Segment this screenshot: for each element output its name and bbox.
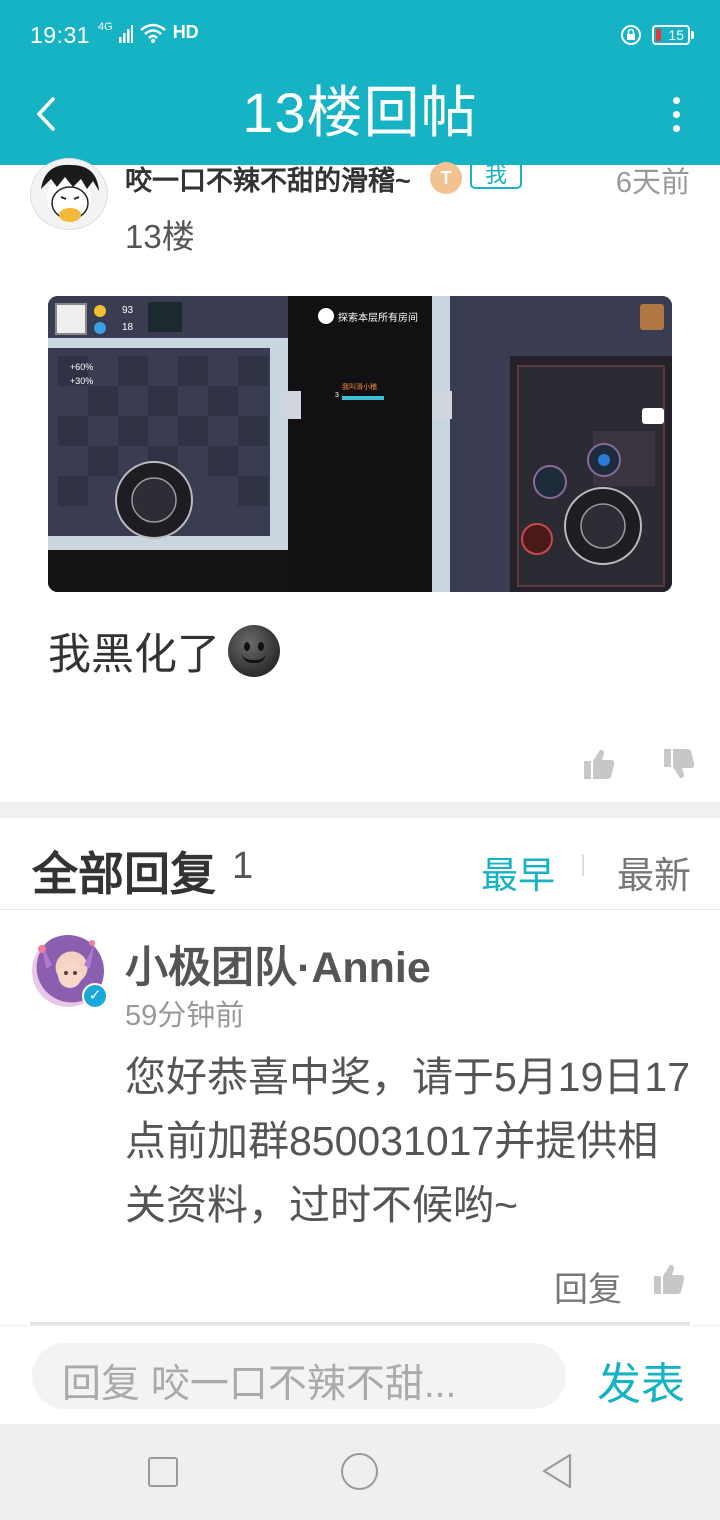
like-button[interactable]	[582, 747, 616, 786]
status-right: 15	[620, 24, 694, 46]
game-buff-1: +60%	[70, 362, 94, 372]
status-bar: 19:31 4G HD 15	[0, 0, 720, 72]
reply-button[interactable]: 回复	[554, 1262, 622, 1311]
reply-composer: 回复 咬一口不辣不甜... 发表	[0, 1325, 720, 1424]
thumbs-up-icon	[584, 749, 615, 779]
replies-header: 全部回复 1 最早 最新	[0, 818, 720, 910]
network-indicator: 4G HD	[98, 22, 199, 43]
post-text: 我黑化了	[48, 631, 220, 679]
thumbs-up-icon	[654, 1264, 685, 1294]
more-dot-icon	[672, 110, 680, 118]
list-item: ✓ 小极团队·Annie 59分钟前 您好恭喜中奖，请于5月19日17点前加群8…	[0, 910, 720, 1325]
recent-apps-icon[interactable]	[148, 1457, 178, 1487]
home-icon[interactable]	[341, 1453, 378, 1490]
back-triangle-icon	[542, 1453, 572, 1489]
dark-smile-emoji-icon	[228, 625, 280, 677]
more-dot-icon	[672, 96, 680, 104]
reply-author-name[interactable]: 小极团队·Annie	[125, 933, 431, 995]
post-content: 我黑化了	[48, 620, 280, 682]
game-player-level: 3	[335, 392, 339, 399]
sort-earliest-tab[interactable]: 最早	[481, 845, 555, 899]
me-badge: 我	[470, 161, 522, 189]
reply-time: 59分钟前	[125, 1000, 245, 1032]
reply-input[interactable]: 回复 咬一口不辣不甜...	[32, 1343, 566, 1409]
rotation-lock-icon	[621, 25, 641, 45]
reply-content: 您好恭喜中奖，请于5月19日17点前加群850031017并提供相关资料，过时不…	[125, 1054, 691, 1228]
signal-icon	[118, 25, 133, 43]
thumbs-down-icon	[664, 749, 695, 779]
status-time: 19:31	[30, 22, 91, 48]
author-name[interactable]: 咬一口不辣不甜的滑稽~	[125, 159, 411, 198]
more-options-button[interactable]	[662, 90, 690, 138]
game-banner: 探索本层所有房间	[338, 313, 418, 324]
replies-title: 全部回复	[32, 848, 216, 900]
level-badge: T	[430, 162, 462, 194]
avatar-face-icon	[41, 164, 99, 222]
reply-input-placeholder: 回复 咬一口不辣不甜...	[62, 1363, 457, 1406]
back-nav-button[interactable]	[540, 1452, 574, 1495]
game-player-name: 我叫滑小稽	[342, 384, 377, 391]
hd-label: HD	[172, 22, 199, 42]
dislike-button[interactable]	[662, 747, 696, 786]
post-time: 6天前	[615, 167, 690, 199]
section-divider	[0, 802, 720, 818]
wifi-icon	[139, 23, 166, 43]
floor-label: 13楼	[125, 218, 195, 255]
game-buff-2: +30%	[70, 376, 94, 386]
game-screenshot	[48, 296, 672, 592]
sort-separator	[582, 854, 584, 876]
post-image[interactable]: 93 18 探索本层所有房间 +60% +30% 我叫滑小稽 3	[48, 296, 672, 592]
author-avatar[interactable]	[30, 158, 108, 230]
verified-badge-icon: ✓	[82, 983, 108, 1009]
battery-indicator: 15	[652, 25, 694, 45]
reply-like-button[interactable]	[652, 1262, 686, 1301]
game-gems: 18	[122, 322, 134, 333]
page-title: 13楼回帖	[242, 81, 478, 144]
network-type: 4G	[98, 21, 113, 33]
top-app-bar: 13楼回帖	[0, 72, 720, 165]
system-nav-bar	[0, 1424, 720, 1520]
replies-count: 1	[232, 845, 254, 887]
publish-button[interactable]: 发表	[597, 1348, 685, 1412]
more-dot-icon	[672, 124, 680, 132]
sort-newest-tab[interactable]: 最新	[617, 845, 691, 899]
game-coins: 93	[122, 305, 134, 316]
original-post: 咬一口不辣不甜的滑稽~ T 我 6天前 13楼 93 18 探索本层所有房间 +…	[0, 158, 720, 802]
